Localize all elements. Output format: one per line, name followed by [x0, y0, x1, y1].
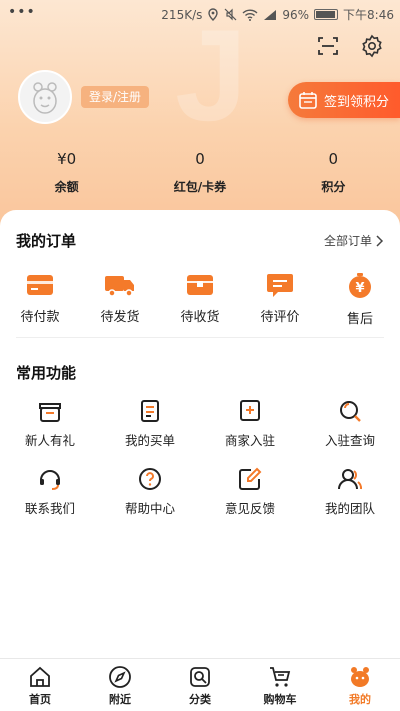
headset-icon: [40, 470, 60, 490]
help-icon: [139, 468, 161, 490]
signin-points-button[interactable]: 签到领积分: [288, 82, 400, 118]
stat-balance[interactable]: ¥0 余额: [0, 150, 133, 195]
stat-value: 0: [195, 150, 205, 168]
truck-icon: [105, 276, 134, 297]
order-pending-review[interactable]: 待评价: [240, 272, 320, 327]
clock: 下午8:46: [343, 8, 394, 22]
function-merchant-join[interactable]: 商家入驻: [200, 398, 300, 449]
account-stats: ¥0 余额 0 红包/卡券 0 积分: [0, 150, 400, 195]
store-add-icon: [240, 400, 260, 421]
function-join-query[interactable]: 入驻查询: [300, 398, 400, 449]
function-label: 入驻查询: [324, 433, 375, 448]
tab-category[interactable]: 分类: [160, 659, 240, 711]
background-watermark: J: [175, 2, 248, 148]
function-newcomer-gift[interactable]: 新人有礼: [0, 398, 100, 449]
battery-icon: [314, 9, 339, 20]
avatar[interactable]: [18, 70, 72, 124]
team-icon: [338, 469, 363, 490]
mine-icon: [351, 667, 369, 687]
tab-label: 我的: [349, 693, 371, 706]
box-icon: [187, 275, 213, 295]
order-label: 售后: [346, 312, 373, 327]
comment-icon: [267, 274, 293, 297]
wifi-icon: [242, 8, 258, 21]
location-icon: [208, 8, 219, 21]
bottom-tab-bar: 首页 附近 分类 购物车 我的: [0, 658, 400, 711]
order-pending-shipment[interactable]: 待发货: [80, 272, 160, 327]
all-orders-label: 全部订单: [323, 234, 372, 248]
chevron-right-icon: [376, 234, 384, 247]
functions-title: 常用功能: [16, 364, 77, 382]
settings-icon[interactable]: [360, 34, 384, 58]
order-after-sales[interactable]: ¥ 售后: [320, 272, 400, 327]
all-orders-link[interactable]: 全部订单: [324, 232, 384, 249]
default-avatar-icon: [33, 82, 57, 114]
tab-label: 购物车: [263, 693, 297, 706]
calendar-icon: [299, 92, 317, 109]
stat-points[interactable]: 0 积分: [267, 150, 400, 195]
orders-title: 我的订单: [16, 232, 77, 250]
section-divider: [16, 337, 384, 338]
function-label: 意见反馈: [224, 501, 275, 516]
function-help-center[interactable]: 帮助中心: [100, 466, 200, 517]
gift-icon: [39, 403, 61, 422]
function-my-bills[interactable]: 我的买单: [100, 398, 200, 449]
function-my-team[interactable]: 我的团队: [300, 466, 400, 517]
function-label: 新人有礼: [24, 433, 75, 448]
bill-icon: [141, 400, 159, 422]
function-feedback[interactable]: 意见反馈: [200, 466, 300, 517]
order-pending-receipt[interactable]: 待收货: [160, 272, 240, 327]
function-label: 联系我们: [24, 501, 75, 516]
tab-nearby[interactable]: 附近: [80, 659, 160, 711]
stat-value: ¥0: [57, 150, 77, 168]
order-label: 待付款: [20, 310, 60, 325]
functions-row-2: 联系我们 帮助中心 意见反馈 我的团队: [0, 466, 400, 517]
stat-coupons[interactable]: 0 红包/卡券: [133, 150, 266, 195]
mute-icon: [224, 8, 237, 21]
stat-label: 余额: [54, 180, 79, 194]
network-speed: 215K/s: [161, 7, 203, 22]
svg-text:¥: ¥: [355, 281, 364, 296]
stat-label: 红包/卡券: [173, 180, 227, 194]
wallet-icon: [27, 275, 53, 295]
function-label: 我的团队: [324, 501, 375, 516]
stat-label: 积分: [321, 180, 346, 194]
order-label: 待发货: [100, 310, 140, 325]
function-contact-us[interactable]: 联系我们: [0, 466, 100, 517]
signal-icon: [264, 9, 277, 20]
tab-home[interactable]: 首页: [0, 659, 80, 711]
after-sales-icon: ¥: [349, 273, 371, 298]
home-icon: [30, 666, 50, 687]
cart-icon: [270, 667, 291, 687]
status-bar: ••• 215K/s 96% 下午8:46: [0, 0, 400, 28]
login-register-button[interactable]: 登录/注册: [81, 86, 150, 108]
more-dots-icon: •••: [8, 4, 36, 20]
search-icon: [340, 401, 361, 422]
order-label: 待收货: [180, 310, 220, 325]
tab-cart[interactable]: 购物车: [240, 659, 320, 711]
stat-value: 0: [328, 150, 339, 168]
function-label: 帮助中心: [124, 501, 175, 516]
battery-percent: 96%: [282, 7, 310, 22]
compass-icon: [109, 666, 131, 688]
order-pending-payment[interactable]: 待付款: [0, 272, 80, 327]
category-search-icon: [190, 667, 210, 687]
tab-mine[interactable]: 我的: [320, 659, 400, 711]
tab-label: 分类: [189, 693, 211, 706]
order-label: 待评价: [260, 310, 300, 325]
function-label: 商家入驻: [224, 433, 275, 448]
tab-label: 首页: [29, 693, 51, 706]
scan-icon[interactable]: [316, 34, 340, 58]
functions-row-1: 新人有礼 我的买单 商家入驻 入驻查询: [0, 398, 400, 449]
signin-label: 签到领积分: [324, 94, 390, 110]
function-label: 我的买单: [124, 433, 175, 448]
tab-label: 附近: [109, 693, 131, 706]
edit-icon: [239, 467, 262, 490]
order-status-row: 待付款 待发货 待收货 待评价 ¥ 售后: [0, 272, 400, 327]
main-card: 我的订单 全部订单 待付款 待发货 待收货 待评价 ¥ 售后 常用功能 新人有礼…: [0, 210, 400, 658]
